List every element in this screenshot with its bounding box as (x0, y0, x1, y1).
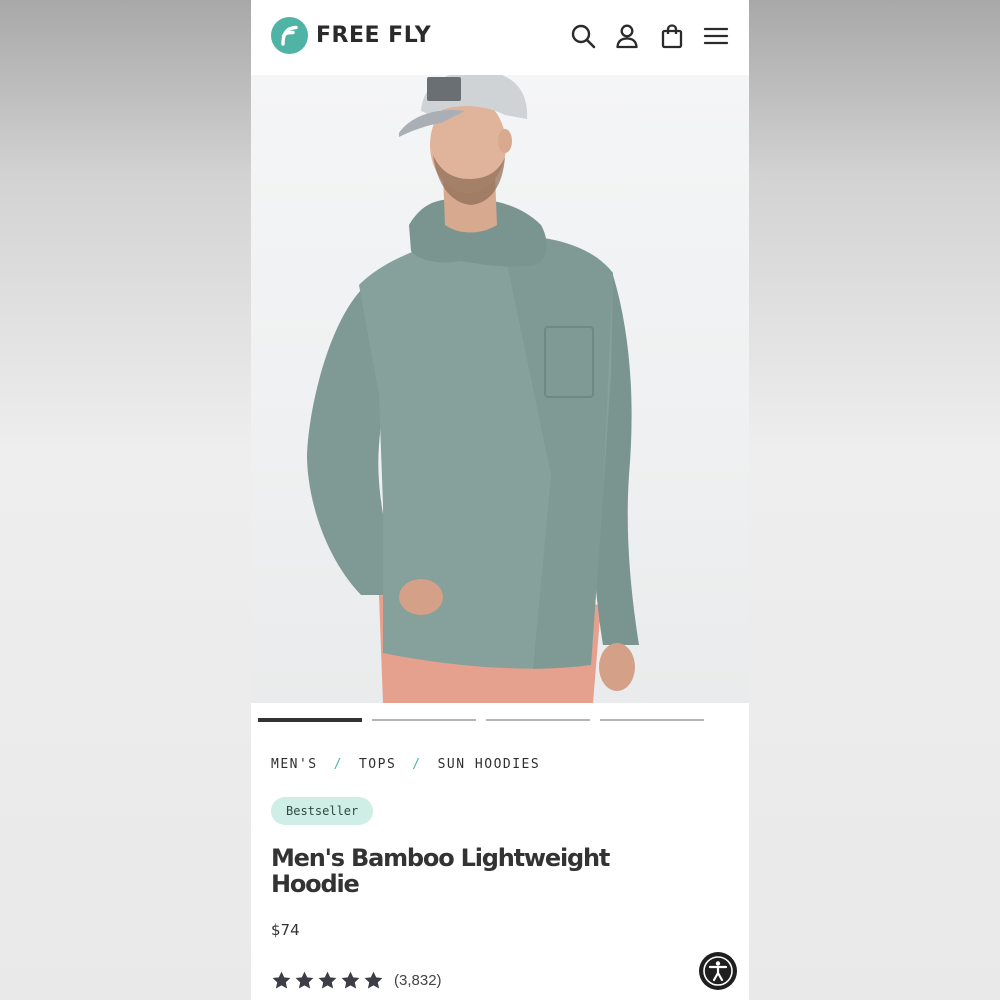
breadcrumb: MEN'S / TOPS / SUN HOODIES (271, 757, 540, 772)
accessibility-icon (703, 956, 733, 986)
star-icon (295, 971, 314, 989)
product-image[interactable] (251, 75, 749, 703)
mobile-page: FREE FLY MEN'S / TOPS / SUN HOODIES Best… (251, 0, 749, 1000)
gallery-page-indicator[interactable] (258, 718, 362, 722)
breadcrumb-separator: / (412, 757, 422, 772)
bestseller-badge: Bestseller (271, 797, 374, 825)
star-icon (318, 971, 337, 989)
breadcrumb-item-mens[interactable]: MEN'S (271, 757, 318, 772)
breadcrumb-item-sun-hoodies[interactable]: SUN HOODIES (438, 757, 541, 772)
breadcrumb-item-tops[interactable]: TOPS (359, 757, 396, 772)
product-price: $74 (271, 921, 300, 939)
star-icon (364, 971, 383, 989)
account-icon[interactable] (613, 22, 641, 50)
background-blur-left (0, 0, 251, 1000)
brand-name: FREE FLY (316, 23, 432, 48)
star-icon (272, 971, 291, 989)
brand-logo-icon (271, 17, 308, 54)
gallery-pagination (251, 718, 749, 724)
accessibility-button[interactable] (699, 952, 737, 990)
shopping-bag-icon[interactable] (658, 22, 686, 50)
star-icon (341, 971, 360, 989)
hamburger-menu-icon[interactable] (702, 22, 730, 50)
background-blur-right (749, 0, 1000, 1000)
review-count[interactable]: (3,832) (394, 972, 442, 989)
site-header: FREE FLY (251, 0, 749, 75)
search-icon[interactable] (569, 22, 597, 50)
gallery-page-indicator[interactable] (486, 719, 590, 721)
gallery-page-indicator[interactable] (600, 719, 704, 721)
brand-logo[interactable]: FREE FLY (271, 17, 431, 54)
product-title: Men's Bamboo Lightweight Hoodie (271, 844, 610, 898)
breadcrumb-separator: / (333, 757, 343, 772)
product-rating[interactable]: (3,832) (271, 970, 442, 991)
model-illustration (307, 75, 639, 703)
gallery-page-indicator[interactable] (372, 719, 476, 721)
